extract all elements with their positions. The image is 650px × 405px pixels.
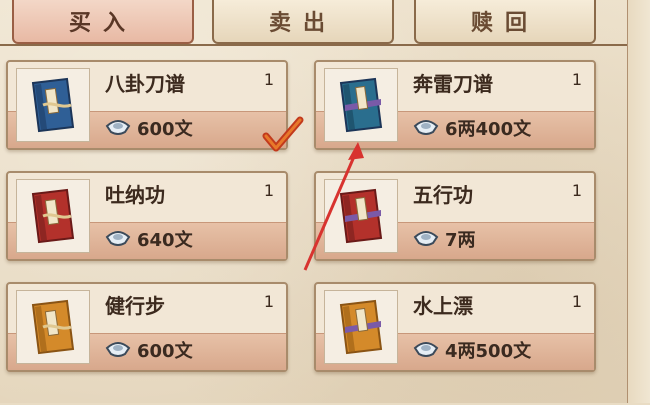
tab-sell-label: 卖出 (268, 11, 337, 36)
item-qty: 1 (263, 181, 274, 200)
red-book-icon (31, 188, 75, 244)
item-name: 八卦刀谱 (105, 72, 185, 96)
item-thumb (324, 290, 398, 364)
item-thumb (16, 290, 90, 364)
orange-book-icon (339, 299, 383, 355)
item-qty: 1 (571, 181, 582, 200)
silver-ingot-icon (105, 340, 131, 360)
right-border-ornament (627, 0, 650, 403)
red-book-icon (339, 188, 383, 244)
item-price: 7两 (445, 230, 476, 251)
tab-redeem[interactable]: 赎回 (414, 0, 596, 44)
blue-book-icon (339, 77, 383, 133)
checkmark-icon (262, 116, 304, 152)
item-card-1[interactable]: 八卦刀谱 1 600文 (6, 60, 288, 150)
item-price: 600文 (137, 119, 193, 140)
item-qty: 1 (263, 292, 274, 311)
item-thumb (16, 179, 90, 253)
item-thumb (324, 68, 398, 142)
item-name: 水上漂 (413, 294, 473, 318)
item-thumb (324, 179, 398, 253)
item-name: 奔雷刀谱 (413, 72, 493, 96)
blue-book-icon (31, 77, 75, 133)
tab-buy[interactable]: 买入 (12, 0, 194, 44)
item-qty: 1 (571, 70, 582, 89)
item-price: 6两400文 (445, 119, 532, 140)
item-card-5[interactable]: 健行步 1 600文 (6, 282, 288, 372)
tab-redeem-label: 赎回 (470, 11, 539, 36)
item-card-2[interactable]: 奔雷刀谱 1 6两400文 (314, 60, 596, 150)
tab-buy-label: 买入 (68, 11, 137, 36)
item-name: 健行步 (105, 294, 165, 318)
item-qty: 1 (571, 292, 582, 311)
silver-ingot-icon (413, 340, 439, 360)
item-name: 五行功 (413, 183, 473, 207)
item-card-4[interactable]: 五行功 1 7两 (314, 171, 596, 261)
silver-ingot-icon (413, 229, 439, 249)
item-card-6[interactable]: 水上漂 1 4两500文 (314, 282, 596, 372)
orange-book-icon (31, 299, 75, 355)
item-price: 4两500文 (445, 341, 532, 362)
silver-ingot-icon (105, 229, 131, 249)
item-qty: 1 (263, 70, 274, 89)
item-thumb (16, 68, 90, 142)
item-name: 吐纳功 (105, 183, 165, 207)
silver-ingot-icon (413, 118, 439, 138)
item-price: 640文 (137, 230, 193, 251)
tab-sell[interactable]: 卖出 (212, 0, 394, 44)
silver-ingot-icon (105, 118, 131, 138)
item-price: 600文 (137, 341, 193, 362)
item-card-3[interactable]: 吐纳功 1 640文 (6, 171, 288, 261)
